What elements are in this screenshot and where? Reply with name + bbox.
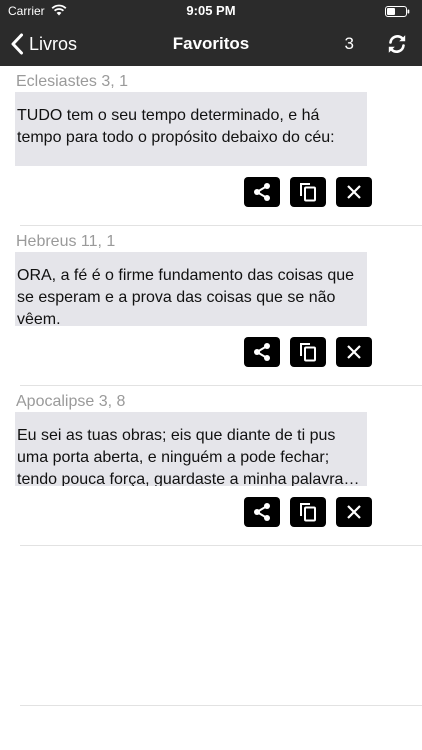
share-button[interactable] bbox=[244, 177, 280, 207]
copy-button[interactable] bbox=[290, 497, 326, 527]
copy-icon bbox=[300, 183, 316, 202]
empty-row bbox=[0, 546, 422, 706]
favorites-count: 3 bbox=[344, 34, 354, 53]
verse-actions bbox=[244, 497, 372, 527]
delete-button[interactable] bbox=[336, 337, 372, 367]
delete-button[interactable] bbox=[336, 177, 372, 207]
refresh-icon[interactable] bbox=[384, 31, 410, 57]
close-icon bbox=[347, 185, 361, 199]
list-item: Hebreus 11, 1 ORA, a fé é o firme fundam… bbox=[0, 226, 422, 386]
verse-reference: Eclesiastes 3, 1 bbox=[16, 73, 129, 90]
share-icon bbox=[254, 183, 270, 201]
verse-text[interactable]: ORA, a fé é o firme fundamento das coisa… bbox=[15, 252, 367, 326]
list-item: Eclesiastes 3, 1 TUDO tem o seu tempo de… bbox=[0, 66, 422, 226]
verse-text-content: TUDO tem o seu tempo determinado, e há t… bbox=[17, 107, 335, 146]
back-button[interactable]: Livros bbox=[10, 22, 77, 66]
verse-text-content: Eu sei as tuas obras; eis que diante de … bbox=[17, 427, 360, 486]
share-icon bbox=[254, 503, 270, 521]
share-button[interactable] bbox=[244, 337, 280, 367]
verse-text[interactable]: Eu sei as tuas obras; eis que diante de … bbox=[15, 412, 367, 486]
share-icon bbox=[254, 343, 270, 361]
copy-icon bbox=[300, 503, 316, 522]
close-icon bbox=[347, 505, 361, 519]
verse-text-content: ORA, a fé é o firme fundamento das coisa… bbox=[17, 267, 355, 326]
list-item: Apocalipse 3, 8 Eu sei as tuas obras; ei… bbox=[0, 386, 422, 546]
delete-button[interactable] bbox=[336, 497, 372, 527]
verse-actions bbox=[244, 337, 372, 367]
verse-actions bbox=[244, 177, 372, 207]
back-label: Livros bbox=[29, 33, 78, 54]
verse-text[interactable]: TUDO tem o seu tempo determinado, e há t… bbox=[15, 92, 367, 166]
favorites-list: Eclesiastes 3, 1 TUDO tem o seu tempo de… bbox=[0, 66, 422, 706]
chevron-left-icon bbox=[11, 33, 23, 55]
verse-reference: Hebreus 11, 1 bbox=[16, 233, 116, 250]
copy-icon bbox=[300, 343, 316, 362]
copy-button[interactable] bbox=[290, 177, 326, 207]
copy-button[interactable] bbox=[290, 337, 326, 367]
close-icon bbox=[347, 345, 361, 359]
verse-reference: Apocalipse 3, 8 bbox=[16, 393, 126, 410]
battery-icon bbox=[385, 6, 410, 17]
status-bar: Carrier 9:05 PM bbox=[0, 0, 422, 22]
row-divider bbox=[20, 705, 422, 706]
navigation-bar: Livros Favoritos 3 bbox=[0, 22, 422, 66]
status-time: 9:05 PM bbox=[186, 3, 236, 18]
share-button[interactable] bbox=[244, 497, 280, 527]
